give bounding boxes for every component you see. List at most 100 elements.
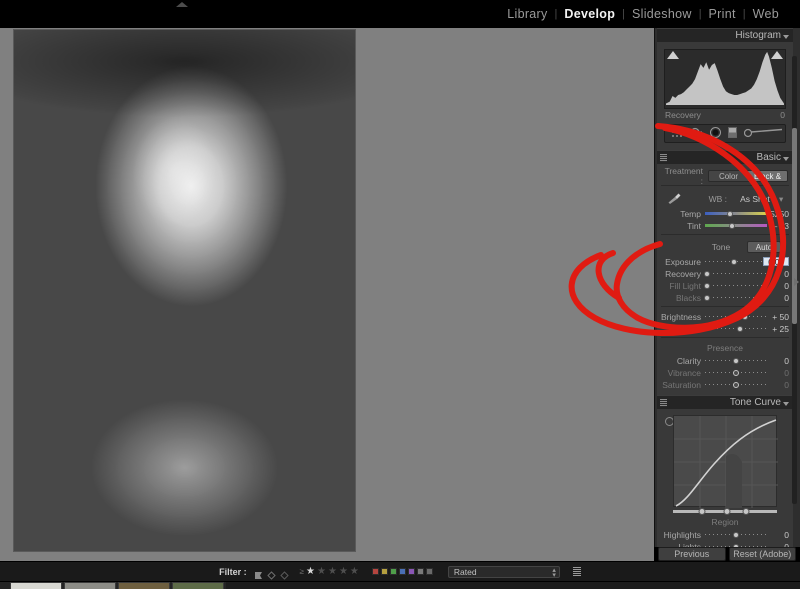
color-label-blue[interactable] <box>398 568 406 575</box>
histogram-section-header[interactable]: Histogram <box>657 28 793 42</box>
star-3-icon[interactable]: ★ <box>328 566 337 577</box>
filmstrip-thumbnail[interactable] <box>10 582 62 589</box>
treatment-option-black-and-white[interactable]: Black & White <box>748 170 787 181</box>
slider-row-exposure: Exposure 0.00 <box>661 256 789 267</box>
recovery-value[interactable]: 0 <box>767 269 789 279</box>
panel-switch-icon[interactable] <box>660 154 667 162</box>
spot-removal-tool-icon[interactable] <box>690 125 703 143</box>
top-panel-collapse-arrow-icon[interactable] <box>176 2 188 7</box>
contrast-value[interactable]: + 25 <box>767 324 789 334</box>
star-5-icon[interactable]: ★ <box>350 566 359 577</box>
flag-pick-icon[interactable] <box>254 567 263 579</box>
saturation-slider-knob[interactable] <box>733 381 739 388</box>
blacks-slider-knob[interactable] <box>703 294 710 301</box>
rating-comparison-icon[interactable]: ≥ <box>300 567 304 577</box>
tone-curve-section-header[interactable]: Tone Curve <box>657 395 793 409</box>
exposure-slider[interactable] <box>705 256 763 267</box>
auto-tone-button[interactable]: Auto <box>747 240 781 253</box>
right-panel-expand-arrow-icon[interactable] <box>794 278 799 286</box>
module-develop[interactable]: Develop <box>557 7 622 21</box>
wb-value[interactable]: As Shot <box>731 194 779 204</box>
tint-slider[interactable] <box>705 220 767 231</box>
contrast-slider-track <box>705 328 767 329</box>
highlights-slider[interactable] <box>705 529 767 540</box>
clarity-label: Clarity <box>676 355 701 366</box>
wb-dropdown-icon[interactable]: ▾ <box>779 194 789 205</box>
recovery-slider[interactable] <box>703 268 767 279</box>
histogram-graph[interactable] <box>664 49 786 109</box>
panel-switch-icon[interactable] <box>660 399 667 407</box>
chevron-down-icon[interactable] <box>783 402 789 406</box>
toolbar-grip-icon[interactable] <box>572 567 581 576</box>
color-label-red[interactable] <box>371 568 379 575</box>
temp-slider-knob[interactable] <box>727 210 734 217</box>
saturation-slider[interactable] <box>705 379 767 390</box>
filter-preset-dropdown[interactable]: Rated ▴ ▾ <box>447 565 560 579</box>
filmstrip-thumbnail[interactable] <box>118 582 170 589</box>
exposure-value-field[interactable]: 0.00 <box>763 257 789 267</box>
tint-slider-knob[interactable] <box>729 222 736 229</box>
reset-button[interactable]: Reset (Adobe) <box>728 547 796 561</box>
graduated-filter-tool-icon[interactable] <box>728 125 737 143</box>
highlights-slider-knob[interactable] <box>733 531 739 538</box>
exposure-slider-knob[interactable] <box>731 258 737 265</box>
brightness-slider[interactable] <box>705 311 767 322</box>
fill-light-value[interactable]: 0 <box>767 281 789 291</box>
module-library[interactable]: Library <box>500 7 554 21</box>
chevron-down-icon[interactable] <box>783 35 789 39</box>
star-1-icon[interactable]: ★ <box>306 566 315 577</box>
previous-button[interactable]: Previous <box>658 547 726 561</box>
chevron-down-icon[interactable] <box>783 157 789 161</box>
fill-light-slider-knob[interactable] <box>703 282 710 289</box>
red-eye-correction-tool-icon[interactable] <box>710 125 721 143</box>
star-4-icon[interactable]: ★ <box>339 566 348 577</box>
color-label-green[interactable] <box>389 568 397 575</box>
blacks-value[interactable]: 0 <box>767 293 789 303</box>
flag-rejected-icon[interactable] <box>279 567 289 580</box>
temp-slider[interactable] <box>705 208 767 219</box>
color-label-yellow[interactable] <box>380 568 388 575</box>
vibrance-slider[interactable] <box>705 367 767 378</box>
split-point-highlights[interactable] <box>742 508 750 515</box>
star-2-icon[interactable]: ★ <box>317 566 326 577</box>
vibrance-value[interactable]: 0 <box>767 368 789 378</box>
module-slideshow[interactable]: Slideshow <box>625 7 699 21</box>
split-point-midtones[interactable] <box>723 508 731 515</box>
fill-light-slider[interactable] <box>703 280 767 291</box>
brightness-value[interactable]: + 50 <box>767 312 789 322</box>
basic-section-header[interactable]: Basic <box>657 150 793 164</box>
clarity-slider[interactable] <box>705 355 767 366</box>
top-module-bar: Library | Develop | Slideshow | Print | … <box>0 0 800 28</box>
tint-value[interactable]: – 23 <box>767 221 789 231</box>
tone-label: Tone <box>711 241 731 252</box>
temp-value[interactable]: 5250 <box>767 209 789 219</box>
color-label-filter-group <box>371 568 433 575</box>
white-balance-eyedropper-icon[interactable] <box>661 192 687 206</box>
contrast-slider[interactable] <box>705 323 767 334</box>
color-label-none[interactable] <box>416 568 424 575</box>
right-panel-scrollbar-thumb[interactable] <box>792 128 797 324</box>
recovery-slider-knob[interactable] <box>703 270 710 277</box>
module-web[interactable]: Web <box>746 7 786 21</box>
treatment-option-color[interactable]: Color <box>709 170 748 181</box>
highlights-value[interactable]: 0 <box>767 530 789 540</box>
module-print[interactable]: Print <box>702 7 743 21</box>
color-label-purple[interactable] <box>407 568 415 575</box>
adjustment-brush-tool-icon[interactable] <box>743 125 784 143</box>
vibrance-slider-knob[interactable] <box>733 369 739 376</box>
clarity-value[interactable]: 0 <box>767 356 789 366</box>
tone-curve-graph[interactable] <box>673 415 778 508</box>
crop-overlay-tool-icon[interactable] <box>672 125 683 143</box>
brightness-slider-knob[interactable] <box>741 313 748 320</box>
clarity-slider-knob[interactable] <box>733 357 739 364</box>
filmstrip-thumbnail[interactable] <box>64 582 116 589</box>
contrast-slider-knob[interactable] <box>737 325 744 332</box>
photo-frame[interactable] <box>14 30 355 551</box>
color-label-custom[interactable] <box>425 568 433 575</box>
flag-unflagged-icon[interactable] <box>266 567 276 580</box>
blacks-slider[interactable] <box>703 292 767 303</box>
filmstrip-thumbnail[interactable] <box>172 582 224 589</box>
slider-row-tint: Tint – 23 <box>661 220 789 231</box>
saturation-value[interactable]: 0 <box>767 380 789 390</box>
split-point-shadows[interactable] <box>698 508 706 515</box>
